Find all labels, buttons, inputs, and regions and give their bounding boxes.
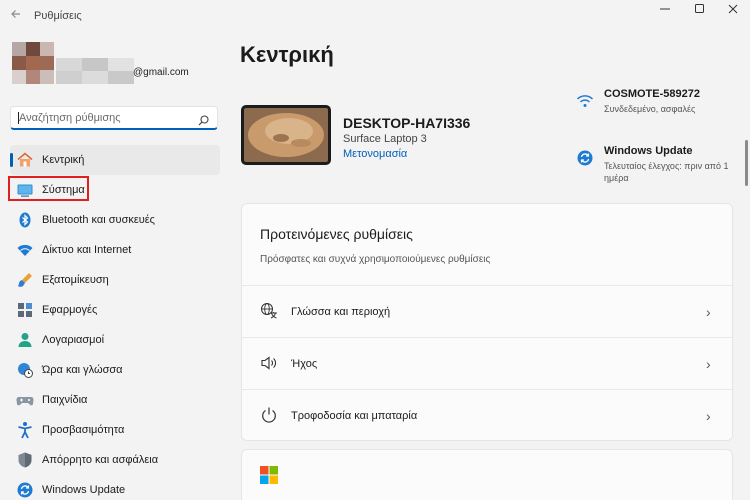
sidebar-item-label: Εξατομίκευση (42, 274, 109, 286)
search-icon[interactable] (198, 113, 209, 126)
apps-icon (16, 301, 34, 319)
close-button[interactable] (716, 0, 750, 20)
wifi-icon (576, 92, 594, 110)
sidebar-item-label: Απόρρητο και ασφάλεια (42, 454, 159, 466)
row-label: Γλώσσα και περιοχή (291, 306, 391, 318)
chevron-right-icon: › (706, 304, 711, 320)
sidebar-item-label: Σύστημα (42, 184, 85, 196)
page-title: Κεντρική (240, 42, 334, 67)
back-arrow-icon[interactable] (8, 8, 24, 24)
avatar[interactable] (12, 42, 54, 84)
sidebar-item-accounts[interactable]: Λογαριασμοί (10, 325, 220, 355)
update-icon (16, 481, 34, 499)
sidebar-item-windows-update[interactable]: Windows Update (10, 475, 220, 500)
recommended-settings-card: Προτεινόμενες ρυθμίσεις Πρόσφατες και συ… (241, 203, 733, 441)
sidebar-item-label: Δίκτυο και Internet (42, 244, 132, 256)
row-label: Τροφοδοσία και μπαταρία (291, 410, 418, 422)
chevron-right-icon: › (706, 408, 711, 424)
sidebar-item-label: Κεντρική (42, 154, 85, 166)
account-email: @gmail.com (133, 67, 189, 78)
sidebar-item-privacy[interactable]: Απόρρητο και ασφάλεια (10, 445, 220, 475)
scrollbar-thumb[interactable] (745, 140, 748, 186)
settings-row-power[interactable]: Τροφοδοσία και μπαταρία › (242, 389, 732, 441)
rename-link[interactable]: Μετονομασία (343, 148, 407, 160)
device-model: Surface Laptop 3 (343, 133, 427, 145)
sidebar-item-time-language[interactable]: Ώρα και γλώσσα (10, 355, 220, 385)
gamepad-icon (16, 391, 34, 409)
sidebar-item-label: Προσβασιμότητα (42, 424, 125, 436)
person-icon (16, 331, 34, 349)
sidebar-item-home[interactable]: Κεντρική (10, 145, 220, 175)
sidebar-item-label: Εφαρμογές (42, 304, 98, 316)
sidebar-item-label: Λογαριασμοί (42, 334, 105, 346)
sidebar-item-label: Ώρα και γλώσσα (42, 364, 123, 376)
power-icon (260, 406, 278, 424)
settings-row-sound[interactable]: Ήχος › (242, 337, 732, 389)
language-icon (260, 302, 278, 320)
network-status: Συνδεδεμένο, ασφαλές (604, 104, 696, 114)
system-icon (16, 181, 34, 199)
device-wallpaper-image (241, 105, 331, 165)
brush-icon (16, 271, 34, 289)
chevron-right-icon: › (706, 356, 711, 372)
wifi-icon (16, 241, 34, 259)
update-status-line1: Τελευταίος έλεγχος: πριν από 1 (604, 161, 729, 171)
settings-row-language[interactable]: Γλώσσα και περιοχή › (242, 285, 732, 337)
title-bar: Ρυθμίσεις (0, 0, 750, 32)
search-box[interactable] (10, 106, 218, 130)
minimize-button[interactable] (648, 0, 682, 20)
globe-clock-icon (16, 361, 34, 379)
update-title[interactable]: Windows Update (604, 145, 693, 157)
speaker-icon (260, 354, 278, 372)
shield-icon (16, 451, 34, 469)
home-icon (16, 151, 34, 169)
email-redacted (56, 58, 134, 84)
row-label: Ήχος (291, 358, 318, 370)
bluetooth-icon (16, 211, 34, 229)
card-title: Προτεινόμενες ρυθμίσεις (260, 226, 413, 242)
search-input[interactable] (19, 110, 199, 126)
sidebar-nav: Κεντρική Σύστημα Bluetooth και συσκευές … (8, 145, 220, 500)
sidebar-item-network[interactable]: Δίκτυο και Internet (10, 235, 220, 265)
maximize-button[interactable] (683, 0, 717, 20)
sidebar-item-gaming[interactable]: Παιχνίδια (10, 385, 220, 415)
network-name[interactable]: COSMOTE-589272 (604, 88, 700, 100)
card-subtitle: Πρόσφατες και συχνά χρησιμοποιούμενες ρυ… (260, 254, 491, 265)
sidebar-item-apps[interactable]: Εφαρμογές (10, 295, 220, 325)
sidebar-item-label: Παιχνίδια (42, 394, 88, 406)
sidebar-item-bluetooth[interactable]: Bluetooth και συσκευές (10, 205, 220, 235)
device-name: DESKTOP-HA7I336 (343, 115, 471, 131)
text-caret (18, 112, 19, 124)
sidebar-item-label: Bluetooth και συσκευές (42, 214, 155, 226)
update-status-line2: ημέρα (604, 173, 629, 183)
sidebar-item-personalization[interactable]: Εξατομίκευση (10, 265, 220, 295)
microsoft-logo-icon (260, 466, 278, 484)
sidebar-item-label: Windows Update (42, 484, 126, 496)
sidebar-item-accessibility[interactable]: Προσβασιμότητα (10, 415, 220, 445)
sidebar-item-system[interactable]: Σύστημα (8, 175, 220, 205)
app-title: Ρυθμίσεις (34, 10, 82, 22)
update-icon (576, 149, 594, 167)
accessibility-icon (16, 421, 34, 439)
microsoft-card (241, 449, 733, 500)
